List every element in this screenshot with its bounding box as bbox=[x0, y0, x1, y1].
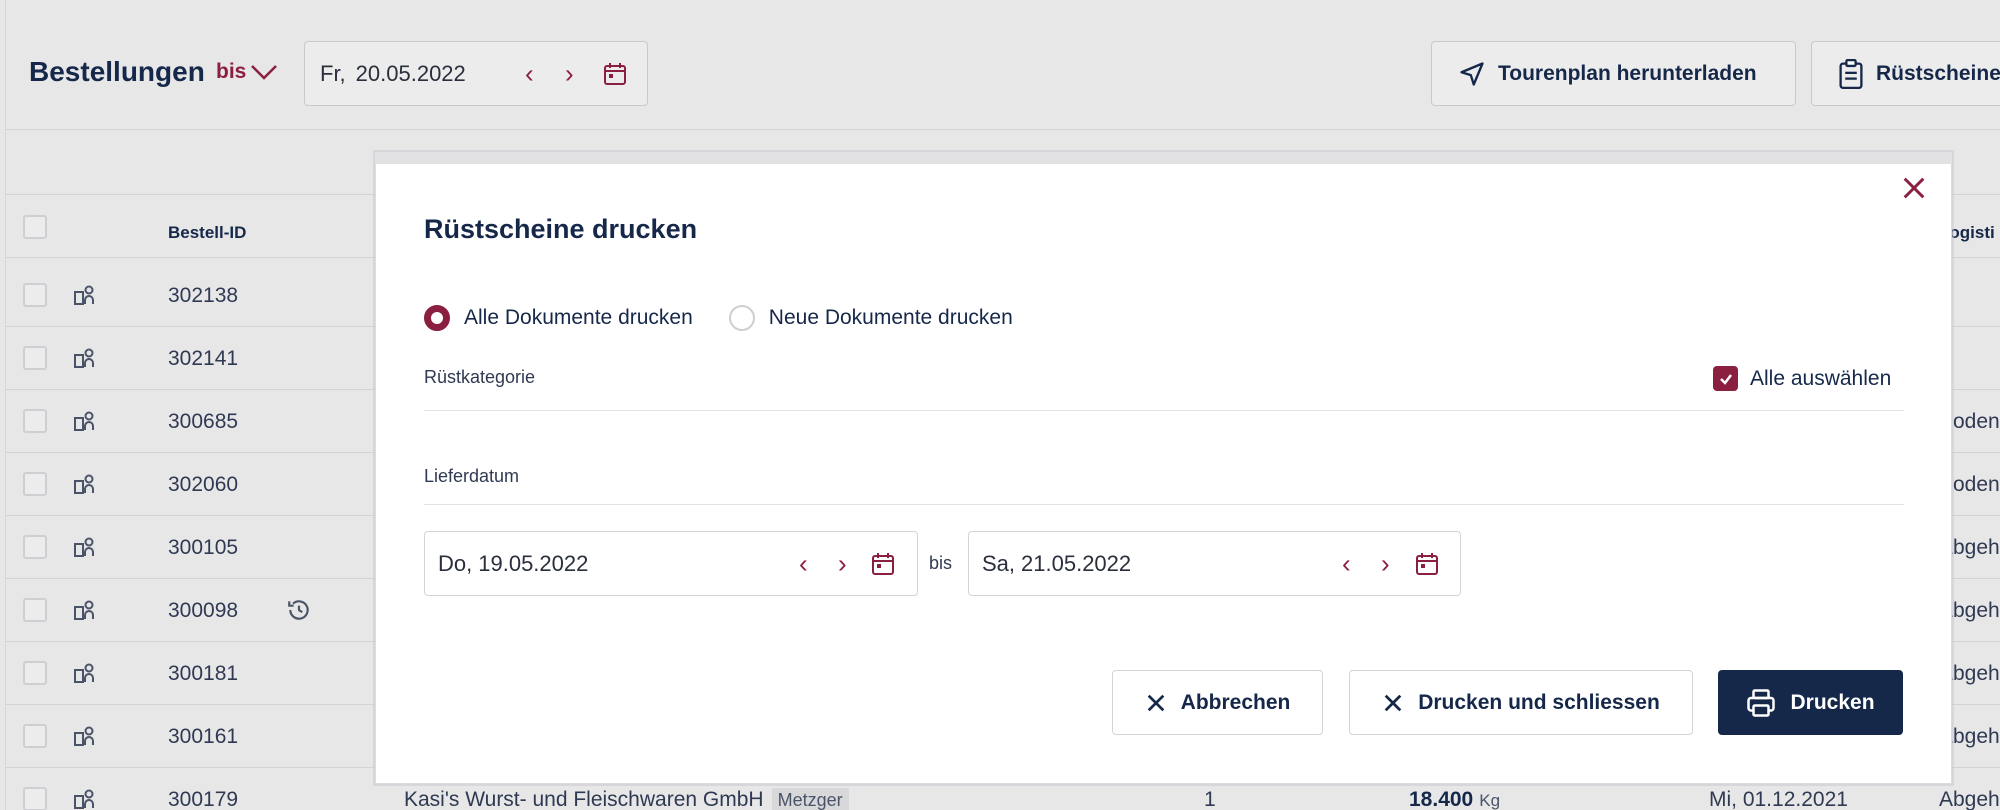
range-toggle-label: bis bbox=[216, 60, 247, 83]
history-icon[interactable] bbox=[286, 597, 312, 623]
radio-new-documents[interactable]: Neue Dokumente drucken bbox=[728, 305, 1013, 331]
range-toggle[interactable]: bis bbox=[216, 60, 278, 84]
print-button[interactable]: Drucken bbox=[1718, 670, 1903, 735]
weight-unit: Kg bbox=[1479, 791, 1501, 810]
print-and-close-button[interactable]: Drucken und schliessen bbox=[1349, 670, 1693, 735]
radio-new-label: Neue Dokumente drucken bbox=[768, 306, 1013, 329]
order-id: 302141 bbox=[168, 347, 239, 370]
prev-date-icon[interactable]: ‹ bbox=[525, 58, 534, 89]
row-checkbox[interactable] bbox=[23, 787, 47, 810]
user-group-icon bbox=[74, 411, 94, 431]
customer-name: Kasi's Wurst- und Fleischwaren GmbH Metzg… bbox=[404, 788, 849, 810]
download-tourplan-button[interactable]: Tourenplan herunterladen bbox=[1431, 41, 1796, 106]
radio-all-label: Alle Dokumente drucken bbox=[464, 306, 693, 329]
ruestscheine-label: Rüstscheine bbox=[1876, 61, 2000, 85]
header-date-picker[interactable]: Fr, 20.05.2022 ‹ › bbox=[304, 41, 648, 106]
cancel-label: Abbrechen bbox=[1180, 690, 1291, 714]
date-weekday: Do, bbox=[438, 550, 473, 576]
user-group-icon bbox=[74, 663, 94, 683]
delivery-date-label: Lieferdatum bbox=[424, 466, 520, 486]
calendar-icon[interactable] bbox=[603, 62, 627, 86]
prev-date-icon[interactable]: ‹ bbox=[1342, 548, 1351, 579]
next-date-icon[interactable]: › bbox=[565, 58, 574, 89]
checkbox-checked-icon bbox=[1713, 366, 1738, 391]
prev-date-icon[interactable]: ‹ bbox=[799, 548, 808, 579]
date-weekday: Fr, bbox=[320, 60, 346, 86]
ruestscheine-button[interactable]: Rüstscheine bbox=[1811, 41, 2000, 106]
radio-unselected-icon bbox=[728, 305, 755, 331]
next-date-icon[interactable]: › bbox=[838, 548, 847, 579]
row-checkbox[interactable] bbox=[23, 472, 47, 496]
print-and-close-label: Drucken und schliessen bbox=[1418, 690, 1660, 714]
divider bbox=[424, 504, 1904, 505]
order-date: Mi, 01.12.2021 bbox=[1709, 788, 1848, 810]
order-id: 300179 bbox=[168, 788, 239, 810]
select-all-checkbox[interactable]: Alle auswählen bbox=[1713, 366, 1891, 391]
print-label: Drucken bbox=[1790, 690, 1875, 714]
user-group-icon bbox=[74, 285, 94, 305]
dialog-top-strip bbox=[375, 152, 1952, 164]
user-group-icon bbox=[74, 537, 94, 557]
customer-tag: Metzger bbox=[771, 788, 849, 810]
user-group-icon bbox=[74, 726, 94, 746]
close-icon bbox=[1384, 694, 1402, 711]
order-id: 300105 bbox=[168, 536, 239, 559]
date-value: 19.05.2022 bbox=[478, 550, 589, 576]
order-id: 302138 bbox=[168, 284, 239, 307]
logistic-status: Abgeh bbox=[1939, 788, 2000, 810]
order-id: 300098 bbox=[168, 599, 239, 622]
to-date-picker[interactable]: Sa, 21.05.2022 ‹ › bbox=[968, 531, 1461, 596]
from-date-picker[interactable]: Do, 19.05.2022 ‹ › bbox=[424, 531, 918, 596]
print-mode-radio-group: Alle Dokumente drucken Neue Dokumente dr… bbox=[424, 305, 1013, 331]
header-bar: Bestellungen bis Fr, 20.05.2022 ‹ › Toure… bbox=[6, 0, 2000, 130]
navigation-arrow-icon bbox=[1460, 61, 1484, 86]
range-separator: bis bbox=[929, 553, 953, 573]
cancel-button[interactable]: Abbrechen bbox=[1112, 670, 1323, 735]
row-checkbox[interactable] bbox=[23, 409, 47, 433]
divider bbox=[424, 410, 1904, 411]
category-label: Rüstkategorie bbox=[424, 367, 536, 387]
weight: 18.400 Kg bbox=[1409, 788, 1501, 810]
user-group-icon bbox=[74, 600, 94, 620]
date-value: 20.05.2022 bbox=[355, 60, 466, 86]
select-all-rows-checkbox[interactable] bbox=[23, 215, 47, 239]
radio-selected-icon bbox=[424, 305, 450, 331]
clipboard-icon bbox=[1839, 58, 1863, 89]
user-group-icon bbox=[74, 789, 94, 809]
page-title: Bestellungen bbox=[29, 56, 205, 87]
date-value: 21.05.2022 bbox=[1021, 550, 1132, 576]
close-icon bbox=[1147, 694, 1164, 711]
calendar-icon[interactable] bbox=[871, 552, 895, 576]
next-date-icon[interactable]: › bbox=[1381, 548, 1390, 579]
column-header-id: Bestell-ID bbox=[168, 223, 247, 242]
quantity: 1 bbox=[1204, 788, 1216, 810]
select-all-label: Alle auswählen bbox=[1750, 366, 1892, 390]
close-icon[interactable] bbox=[1900, 174, 1928, 202]
row-checkbox[interactable] bbox=[23, 724, 47, 748]
order-id: 300161 bbox=[168, 725, 239, 748]
dialog-title: Rüstscheine drucken bbox=[424, 214, 698, 244]
row-checkbox[interactable] bbox=[23, 346, 47, 370]
radio-all-documents[interactable]: Alle Dokumente drucken bbox=[424, 305, 693, 331]
calendar-icon[interactable] bbox=[1415, 552, 1439, 576]
date-weekday: Sa, bbox=[982, 550, 1016, 576]
row-checkbox[interactable] bbox=[23, 598, 47, 622]
row-checkbox[interactable] bbox=[23, 283, 47, 307]
user-group-icon bbox=[74, 348, 94, 368]
row-checkbox[interactable] bbox=[23, 661, 47, 685]
chevron-down-icon bbox=[251, 65, 278, 80]
user-group-icon bbox=[74, 474, 94, 494]
download-tourplan-label: Tourenplan herunterladen bbox=[1498, 61, 1757, 85]
printer-icon bbox=[1747, 688, 1776, 717]
order-id: 300181 bbox=[168, 662, 239, 685]
order-id: 302060 bbox=[168, 473, 239, 496]
order-id: 300685 bbox=[168, 410, 239, 433]
row-checkbox[interactable] bbox=[23, 535, 47, 559]
